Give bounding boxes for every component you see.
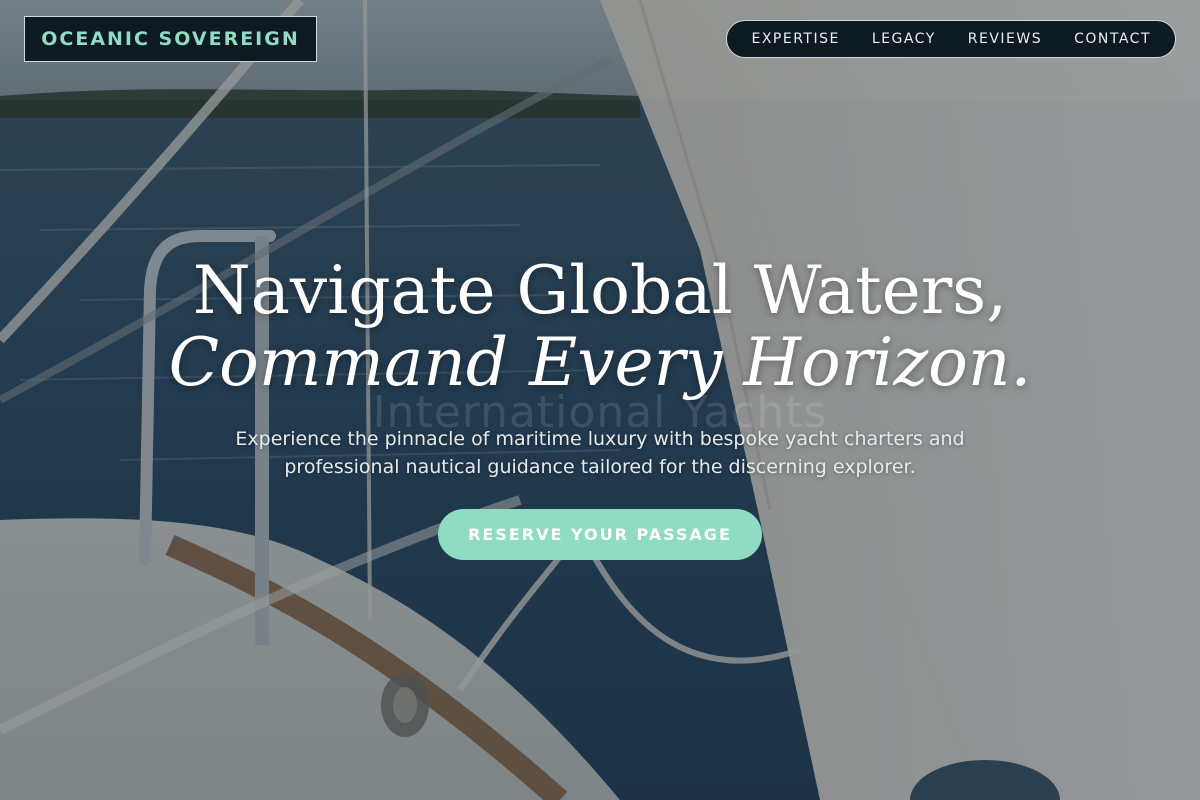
nav-link-contact[interactable]: CONTACT [1074, 31, 1151, 47]
hero-title-line-1: Navigate Global Waters, [192, 252, 1008, 329]
nav-link-expertise[interactable]: EXPERTISE [751, 31, 839, 47]
main-nav: EXPERTISE LEGACY REVIEWS CONTACT [726, 20, 1176, 58]
reserve-passage-button[interactable]: RESERVE YOUR PASSAGE [438, 509, 762, 560]
watermark-text: International Yachts [372, 387, 828, 438]
hero-title: Navigate Global Waters, Command Every Ho… [0, 255, 1200, 399]
brand-logo[interactable]: OCEANIC SOVEREIGN [24, 16, 317, 62]
nav-link-legacy[interactable]: LEGACY [872, 31, 936, 47]
hero-section: OCEANIC SOVEREIGN EXPERTISE LEGACY REVIE… [0, 0, 1200, 800]
brand-name: OCEANIC SOVEREIGN [41, 28, 300, 50]
hero-content: International Yachts Navigate Global Wat… [0, 255, 1200, 560]
nav-link-reviews[interactable]: REVIEWS [968, 31, 1042, 47]
